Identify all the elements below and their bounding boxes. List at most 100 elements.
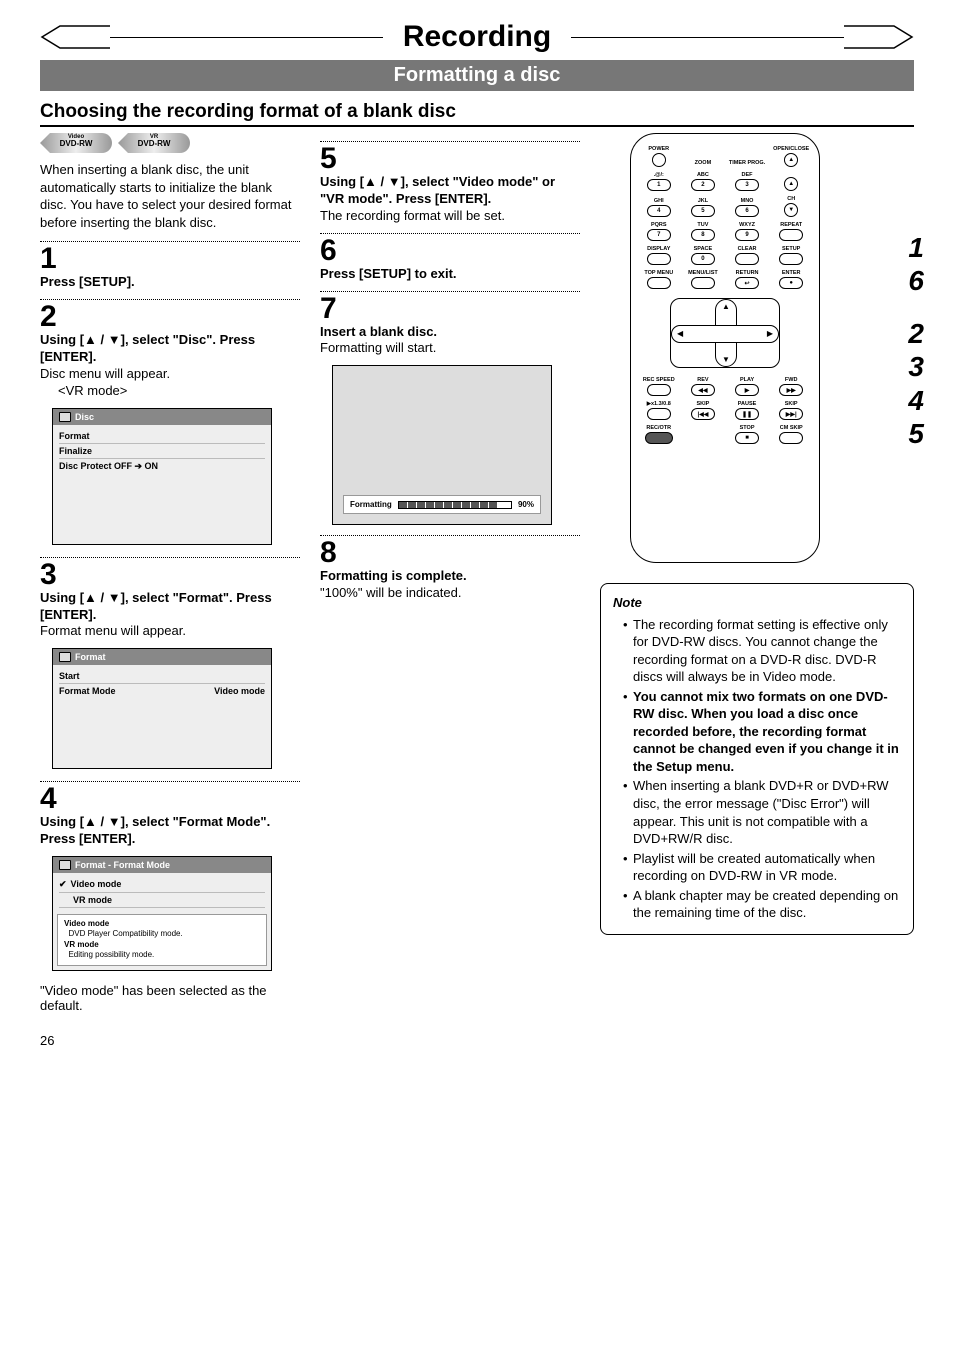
step-1-num: 1 bbox=[40, 244, 300, 274]
step-8-instr: Formatting is complete. bbox=[320, 568, 580, 585]
note-item: You cannot mix two formats on one DVD-RW… bbox=[623, 688, 901, 776]
remote-btn-stop: ■ bbox=[735, 432, 759, 444]
intro-text: When inserting a blank disc, the unit au… bbox=[40, 161, 300, 231]
remote-btn-rec bbox=[645, 432, 673, 444]
title-rule bbox=[110, 37, 383, 38]
remote-btn-recspeed bbox=[647, 384, 671, 396]
menu-disc-row: Finalize bbox=[59, 444, 265, 459]
step-5-desc: The recording format will be set. bbox=[320, 208, 580, 225]
callout-2: 2 bbox=[908, 319, 924, 348]
remote-btn-cmskip bbox=[779, 432, 803, 444]
badge-video: Video DVD-RW bbox=[40, 133, 112, 153]
remote-btn-repeat bbox=[779, 229, 803, 241]
remote-btn-play: ▶ bbox=[735, 384, 759, 396]
subtitle-bar: Formatting a disc bbox=[40, 60, 914, 91]
progress-label: Formatting bbox=[350, 500, 392, 509]
menu-format-title: Format bbox=[53, 649, 271, 665]
step-2-num: 2 bbox=[40, 302, 300, 332]
menu-disc-row: Disc Protect OFF ➔ ON bbox=[59, 459, 265, 474]
arrow-right-decor bbox=[844, 24, 914, 50]
remote-btn-3: 3 bbox=[735, 179, 759, 191]
note-item: Playlist will be created automatically w… bbox=[623, 850, 901, 885]
menu-format-mode: Format - Format Mode Video mode VR mode … bbox=[52, 856, 272, 971]
progress-bar bbox=[398, 501, 512, 509]
page-number: 26 bbox=[40, 1033, 914, 1048]
remote-btn-rev: ◀◀ bbox=[691, 384, 715, 396]
step-4-instr: Using [▲ / ▼], select "Format Mode". Pre… bbox=[40, 814, 300, 848]
remote-btn-enter: ● bbox=[779, 277, 803, 289]
step-7-num: 7 bbox=[320, 294, 580, 324]
step-8-num: 8 bbox=[320, 538, 580, 568]
step-6-instr: Press [SETUP] to exit. bbox=[320, 266, 580, 283]
remote-btn-skip-back: |◀◀ bbox=[691, 408, 715, 420]
section-heading: Choosing the recording format of a blank… bbox=[40, 101, 914, 127]
remote-control-diagram: POWER ZOOM TIMER PROG. OPEN/CLOSE▲ .@/:1… bbox=[630, 133, 820, 563]
step-2-desc: Disc menu will appear. bbox=[40, 366, 300, 383]
menu-fm-row: Video mode bbox=[59, 877, 265, 893]
step-7-instr: Insert a blank disc. bbox=[320, 324, 580, 341]
remote-btn-return: ↩ bbox=[735, 277, 759, 289]
step-7-desc: Formatting will start. bbox=[320, 340, 580, 357]
remote-btn-clear bbox=[735, 253, 759, 265]
step-6-num: 6 bbox=[320, 236, 580, 266]
step-4-num: 4 bbox=[40, 784, 300, 814]
remote-btn-9: 9 bbox=[735, 229, 759, 241]
remote-btn-ch-up: ▲ bbox=[784, 177, 798, 191]
menu-format-row: Format Mode Video mode bbox=[59, 684, 265, 698]
menu-disc: Disc Format Finalize Disc Protect OFF ➔ … bbox=[52, 408, 272, 545]
arrow-left-decor bbox=[40, 24, 110, 50]
menu-disc-title: Disc bbox=[53, 409, 271, 425]
remote-btn-display bbox=[647, 253, 671, 265]
callout-4: 4 bbox=[908, 386, 924, 415]
remote-btn-topmenu bbox=[647, 277, 671, 289]
remote-btn-0: 0 bbox=[691, 253, 715, 265]
menu-fm-title: Format - Format Mode bbox=[53, 857, 271, 873]
remote-btn-4: 4 bbox=[647, 205, 671, 217]
remote-btn-pause: ❚❚ bbox=[735, 408, 759, 420]
step-1-instr: Press [SETUP]. bbox=[40, 274, 300, 291]
step-2-instr: Using [▲ / ▼], select "Disc". Press [ENT… bbox=[40, 332, 300, 366]
remote-btn-5: 5 bbox=[691, 205, 715, 217]
remote-btn-menu bbox=[691, 277, 715, 289]
remote-btn-8: 8 bbox=[691, 229, 715, 241]
remote-dpad: ▲▼ ◀▶ bbox=[670, 298, 780, 368]
menu-format-row: Start bbox=[59, 669, 265, 684]
column-left: Video DVD-RW VR DVD-RW When inserting a … bbox=[40, 133, 300, 1013]
callout-3: 3 bbox=[908, 352, 924, 381]
callout-5: 5 bbox=[908, 419, 924, 448]
remote-btn-x13 bbox=[647, 408, 671, 420]
note-item: The recording format setting is effectiv… bbox=[623, 616, 901, 686]
remote-btn-ch-down: ▼ bbox=[784, 203, 798, 217]
step-8-desc: "100%" will be indicated. bbox=[320, 585, 580, 602]
title-rule bbox=[571, 37, 844, 38]
step-3-instr: Using [▲ / ▼], select "Format". Press [E… bbox=[40, 590, 300, 624]
remote-btn-power bbox=[652, 153, 666, 167]
step-5-instr: Using [▲ / ▼], select "Video mode" or "V… bbox=[320, 174, 580, 208]
note-box: Note The recording format setting is eff… bbox=[600, 583, 914, 935]
page-title: Recording bbox=[383, 20, 571, 54]
remote-btn-7: 7 bbox=[647, 229, 671, 241]
remote-btn-6: 6 bbox=[735, 205, 759, 217]
remote-btn-fwd: ▶▶ bbox=[779, 384, 803, 396]
column-right: POWER ZOOM TIMER PROG. OPEN/CLOSE▲ .@/:1… bbox=[600, 133, 914, 1013]
menu-disc-row: Format bbox=[59, 429, 265, 444]
badge-vr: VR DVD-RW bbox=[118, 133, 190, 153]
step-3-desc: Format menu will appear. bbox=[40, 623, 300, 640]
menu-fm-row: VR mode bbox=[59, 893, 265, 908]
step-3-num: 3 bbox=[40, 560, 300, 590]
remote-btn-setup bbox=[779, 253, 803, 265]
page-title-banner: Recording bbox=[40, 20, 914, 54]
remote-btn-skip-fwd: ▶▶| bbox=[779, 408, 803, 420]
note-item: When inserting a blank DVD+R or DVD+RW d… bbox=[623, 777, 901, 847]
menu-format: Format Start Format Mode Video mode bbox=[52, 648, 272, 769]
remote-btn-2: 2 bbox=[691, 179, 715, 191]
callout-1: 1 bbox=[908, 233, 924, 262]
remote-btn-1: 1 bbox=[647, 179, 671, 191]
note-title: Note bbox=[613, 594, 901, 612]
progress-pct: 90% bbox=[518, 500, 534, 509]
step-5-num: 5 bbox=[320, 144, 580, 174]
note-item: A blank chapter may be created depending… bbox=[623, 887, 901, 922]
callout-6: 6 bbox=[908, 266, 924, 295]
progress-panel: Formatting 90% bbox=[332, 365, 552, 525]
step-2-sub: <VR mode> bbox=[40, 383, 300, 400]
